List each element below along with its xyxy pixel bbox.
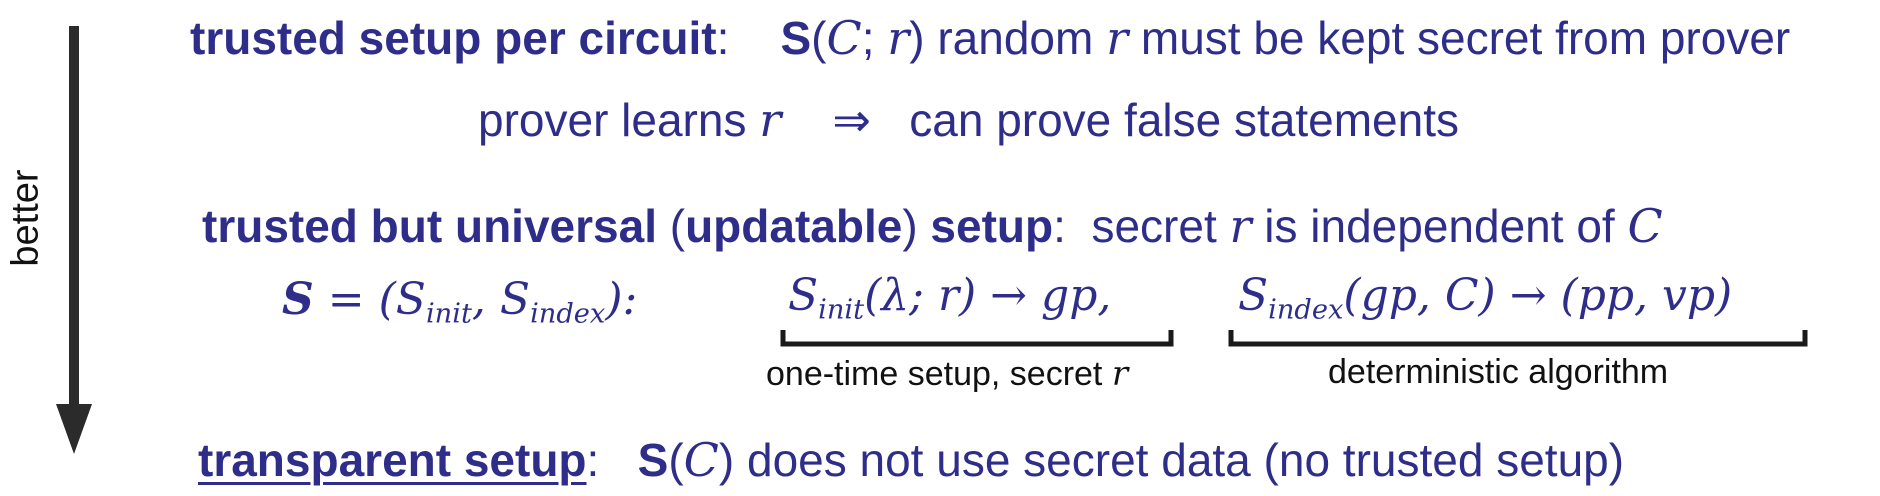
circuit-var: C bbox=[826, 11, 862, 65]
heading-universal: trusted but universal bbox=[202, 200, 670, 252]
heading-trusted-per-circuit: trusted setup per circuit bbox=[190, 12, 717, 64]
brace-init-label: one-time setup, secret r bbox=[766, 354, 1128, 394]
paren: ) bbox=[902, 200, 918, 252]
setup-index: S bbox=[1238, 270, 1269, 321]
better-label: better bbox=[5, 169, 48, 266]
formula-index: Sindex(gp, C) → (pp, vp) bbox=[1238, 268, 1732, 339]
text: random bbox=[924, 12, 1107, 64]
setup-init: S bbox=[788, 270, 819, 321]
text: one-time setup, secret bbox=[766, 355, 1112, 393]
text: does not use secret data (no trusted set… bbox=[734, 434, 1625, 486]
paren: ( bbox=[811, 12, 827, 64]
heading-transparent: transparent setup bbox=[198, 434, 587, 486]
formula-args: (λ; r) → gp, bbox=[864, 270, 1112, 321]
setup-symbol: S bbox=[637, 434, 669, 486]
brace-index-label: deterministic algorithm bbox=[1328, 352, 1668, 392]
setup-index: S bbox=[499, 274, 531, 325]
row-prover-learns: prover learns r ⇒ can prove false statem… bbox=[478, 92, 1459, 148]
subscript: index bbox=[1268, 294, 1344, 326]
formula-init: Sinit(λ; r) → gp, bbox=[788, 268, 1111, 339]
subscript: init bbox=[425, 298, 472, 330]
colon: : bbox=[586, 434, 600, 486]
paren: ) bbox=[718, 434, 735, 486]
updatable-label: updatable bbox=[685, 200, 903, 252]
random-var: r bbox=[887, 11, 910, 65]
paren: ) bbox=[909, 12, 925, 64]
subscript: index bbox=[530, 298, 606, 330]
paren: ( bbox=[669, 200, 686, 252]
row-universal-setup: trusted but universal (updatable) setup:… bbox=[202, 198, 1663, 254]
formula-args: (gp, C) → (pp, vp) bbox=[1343, 270, 1733, 321]
circuit-var: C bbox=[1627, 199, 1663, 253]
colon: : bbox=[1053, 200, 1066, 252]
random-var: r bbox=[1111, 354, 1129, 394]
circuit-var: C bbox=[683, 433, 719, 487]
text: must be kept secret from prover bbox=[1128, 12, 1791, 64]
better-arrow-head bbox=[56, 404, 92, 454]
random-var: r bbox=[1229, 199, 1252, 253]
formula-setup-pair: S = (Sinit, Sindex): bbox=[282, 272, 637, 343]
heading-setup: setup bbox=[917, 200, 1054, 252]
better-text: better bbox=[4, 169, 47, 267]
text: can prove false statements bbox=[909, 94, 1459, 146]
setup-symbol: S bbox=[780, 12, 812, 64]
setup-init: S bbox=[395, 274, 426, 325]
random-var: r bbox=[1106, 11, 1129, 65]
comma: , bbox=[471, 274, 500, 325]
random-var: r bbox=[759, 93, 782, 147]
implies-symbol: ⇒ bbox=[832, 94, 871, 146]
colon: : bbox=[716, 12, 730, 64]
text: is independent of bbox=[1251, 200, 1628, 252]
subscript: init bbox=[818, 294, 865, 326]
text: secret bbox=[1091, 200, 1230, 252]
row-trusted-per-circuit: trusted setup per circuit: S(C; r) rando… bbox=[190, 10, 1790, 66]
setup-symbol: S bbox=[282, 274, 314, 325]
text: prover learns bbox=[478, 94, 760, 146]
paren: ): bbox=[605, 274, 638, 325]
equals: = ( bbox=[313, 274, 396, 325]
text: deterministic algorithm bbox=[1328, 353, 1669, 391]
row-transparent-setup: transparent setup: S(C) does not use sec… bbox=[198, 432, 1624, 488]
paren: ( bbox=[668, 434, 684, 486]
semicolon: ; bbox=[861, 12, 888, 64]
